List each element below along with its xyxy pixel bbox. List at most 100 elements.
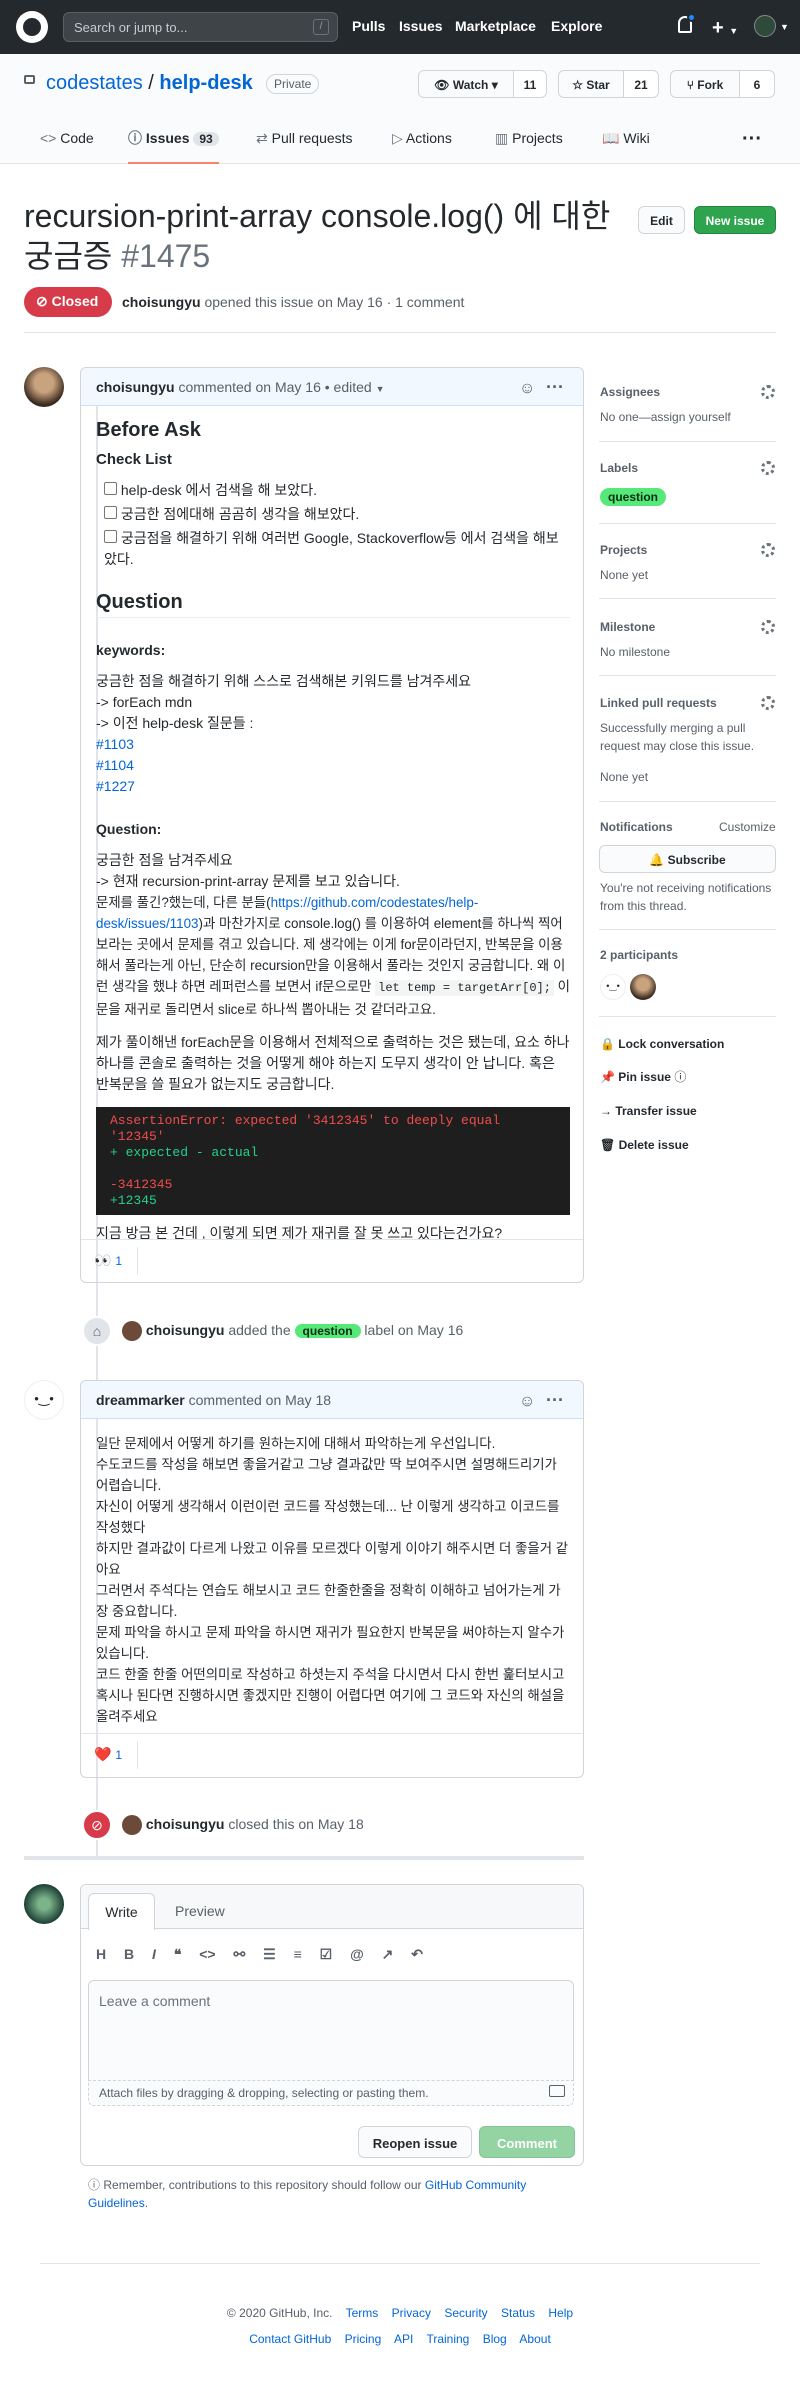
reaction-button[interactable]: ❤️ 1 <box>90 1741 138 1769</box>
tab-write[interactable]: Write <box>88 1893 155 1930</box>
search-input[interactable]: Search or jump to... / <box>63 12 338 42</box>
code-icon[interactable]: <> <box>199 1946 215 1962</box>
footer-link[interactable]: Contact GitHub <box>249 2332 331 2346</box>
repo-name[interactable]: help-desk <box>159 72 252 94</box>
gear-icon[interactable] <box>761 696 775 710</box>
footer-link[interactable]: Pricing <box>345 2332 382 2346</box>
avatar[interactable]: •‿• <box>600 974 626 1000</box>
customize-link[interactable]: Customize <box>719 818 776 836</box>
kebab-menu-icon[interactable]: ··· <box>546 374 564 401</box>
subscribe-button[interactable]: 🔔 Subscribe <box>599 845 776 873</box>
footer-link[interactable]: About <box>519 2332 550 2346</box>
milestone-heading[interactable]: Milestone <box>600 618 655 636</box>
question-label[interactable]: question <box>294 1324 361 1338</box>
numbered-list-icon[interactable]: ≡ <box>294 1946 302 1962</box>
bulleted-list-icon[interactable]: ☰ <box>263 1946 276 1962</box>
tab-wiki[interactable]: 📖 Wiki <box>602 128 650 149</box>
avatar[interactable] <box>122 1815 142 1836</box>
pin-issue-link[interactable]: 📌 Pin issue ⓘ <box>600 1068 686 1086</box>
quote-icon[interactable]: ❝ <box>174 1946 182 1962</box>
star-button[interactable]: ☆ Star <box>558 70 624 98</box>
plus-icon[interactable]: + ▼ <box>712 13 738 43</box>
timeline-end <box>24 1856 584 1860</box>
tab-pull-requests[interactable]: ⇄ Pull requests <box>256 128 353 149</box>
more-menu-icon[interactable]: ··· <box>742 124 762 154</box>
assignees-value[interactable]: No one—assign yourself <box>600 408 731 426</box>
tab-preview[interactable]: Preview <box>175 1901 225 1922</box>
repo-owner[interactable]: codestates <box>46 72 143 94</box>
projects-heading[interactable]: Projects <box>600 541 647 559</box>
gear-icon[interactable] <box>761 461 775 475</box>
avatar[interactable] <box>630 974 656 1000</box>
chevron-down-icon[interactable]: ▼ <box>780 21 789 35</box>
issue-author[interactable]: choisungyu <box>122 294 201 310</box>
footer-link[interactable]: Help <box>548 2306 573 2320</box>
reopen-issue-button[interactable]: Reopen issue <box>358 2126 472 2158</box>
nav-explore[interactable]: Explore <box>551 16 602 37</box>
fork-count[interactable]: 6 <box>739 70 775 98</box>
edit-button[interactable]: Edit <box>638 206 685 234</box>
bold-icon[interactable]: B <box>124 1946 134 1962</box>
comment-button[interactable]: Comment <box>479 2126 575 2158</box>
github-logo-icon[interactable] <box>16 11 48 43</box>
nav-marketplace[interactable]: Marketplace <box>455 16 536 37</box>
watch-button[interactable]: 👁 Watch ▾ <box>418 70 514 98</box>
notifications-desc: You're not receiving notifications from … <box>600 881 772 913</box>
transfer-issue-link[interactable]: → Transfer issue <box>600 1102 697 1120</box>
heading-icon[interactable]: H <box>96 1946 106 1962</box>
question-label[interactable]: question <box>600 488 666 506</box>
cross-reference-icon[interactable]: ↗ <box>382 1946 394 1962</box>
task-item: help-desk 에서 검색을 해 보았다. <box>104 480 570 501</box>
reply-icon[interactable]: ↶ <box>411 1946 423 1962</box>
footer-link[interactable]: Training <box>426 2332 469 2346</box>
nav-issues[interactable]: Issues <box>399 16 443 37</box>
gear-icon[interactable] <box>761 620 775 634</box>
issue-link[interactable]: #1227 <box>96 778 135 794</box>
footer-link[interactable]: Status <box>501 2306 535 2320</box>
tab-actions[interactable]: ▷ Actions <box>392 128 452 149</box>
mention-icon[interactable]: @ <box>350 1946 364 1962</box>
kebab-menu-icon[interactable]: ··· <box>546 1387 564 1414</box>
lock-conversation-link[interactable]: 🔒 Lock conversation <box>600 1035 724 1053</box>
link-icon[interactable]: ⚯ <box>234 1946 246 1962</box>
event-actor[interactable]: choisungyu <box>146 1322 225 1338</box>
labels-heading[interactable]: Labels <box>600 459 638 477</box>
task-list-icon[interactable]: ☑ <box>320 1946 333 1962</box>
attach-files-area[interactable]: Attach files by dragging & dropping, sel… <box>88 2080 574 2106</box>
footer-link[interactable]: API <box>394 2332 413 2346</box>
assignees-heading[interactable]: Assignees <box>600 383 660 401</box>
smiley-icon[interactable]: ☺ <box>519 377 535 401</box>
delete-issue-link[interactable]: 🗑 Delete issue <box>600 1136 689 1154</box>
watch-label: Watch <box>452 78 489 92</box>
fork-button[interactable]: ⑂ Fork <box>670 70 740 98</box>
tab-code[interactable]: <> Code <box>40 128 94 149</box>
watch-count[interactable]: 11 <box>513 70 547 98</box>
italic-icon[interactable]: I <box>152 1946 156 1962</box>
footer-link[interactable]: Terms <box>346 2306 379 2320</box>
linked-prs-heading[interactable]: Linked pull requests <box>600 694 717 712</box>
new-issue-button[interactable]: New issue <box>694 206 776 234</box>
nav-pulls[interactable]: Pulls <box>352 16 385 37</box>
tab-projects[interactable]: ▥ Projects <box>495 128 563 149</box>
footer-link[interactable]: Privacy <box>392 2306 431 2320</box>
tab-issues[interactable]: ⓘ Issues 93 <box>128 128 219 164</box>
event-actor[interactable]: choisungyu <box>146 1816 225 1832</box>
comment-author[interactable]: dreammarker <box>96 1392 185 1408</box>
footer-link[interactable]: Blog <box>483 2332 507 2346</box>
smiley-icon[interactable]: ☺ <box>519 1390 535 1414</box>
gear-icon[interactable] <box>761 385 775 399</box>
avatar[interactable]: •‿• <box>24 1380 64 1420</box>
avatar[interactable] <box>24 1884 64 1924</box>
issue-link[interactable]: #1103 <box>96 736 134 752</box>
chevron-down-icon[interactable]: ▼ <box>376 384 385 394</box>
star-count[interactable]: 21 <box>623 70 659 98</box>
comment-textarea[interactable]: Leave a comment <box>88 1980 574 2080</box>
user-avatar[interactable] <box>754 15 776 37</box>
issue-link[interactable]: #1104 <box>96 757 134 773</box>
avatar[interactable] <box>122 1321 142 1342</box>
avatar[interactable] <box>24 367 64 407</box>
gear-icon[interactable] <box>761 543 775 557</box>
footer-link[interactable]: Security <box>444 2306 487 2320</box>
comment-author[interactable]: choisungyu <box>96 379 175 395</box>
reaction-button[interactable]: 👀 1 <box>90 1247 138 1275</box>
